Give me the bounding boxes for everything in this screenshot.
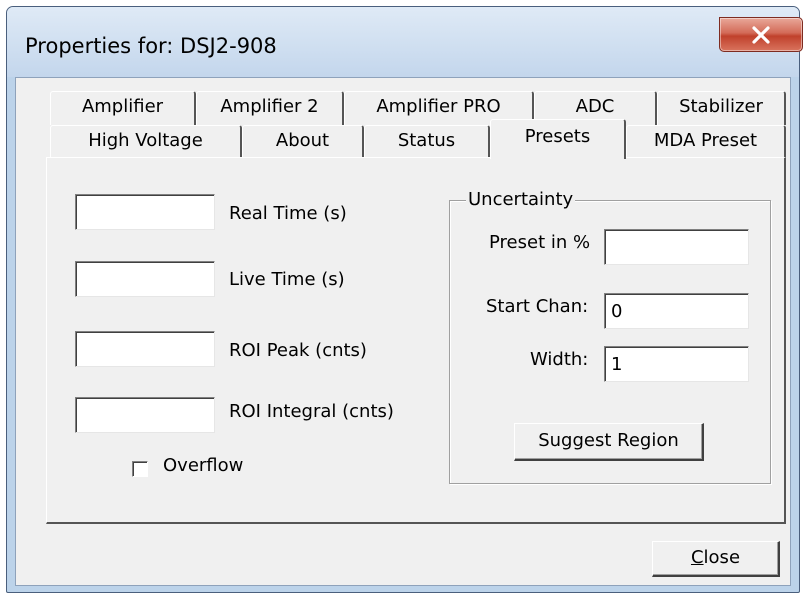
close-mnemonic: C <box>690 547 704 568</box>
roi-peak-label: ROI Peak (cnts) <box>229 340 367 361</box>
overflow-checkbox[interactable] <box>132 461 148 477</box>
start-chan-input[interactable] <box>604 293 749 329</box>
roi-integral-label: ROI Integral (cnts) <box>229 401 394 422</box>
preset-percent-label: Preset in % <box>489 232 591 253</box>
live-time-input[interactable] <box>75 261 215 297</box>
close-button[interactable]: Close <box>652 541 780 577</box>
tab-amplifier[interactable]: Amplifier <box>50 91 196 125</box>
roi-integral-input[interactable] <box>75 397 215 433</box>
dialog-client-area: Amplifier Amplifier 2 Amplifier PRO ADC … <box>15 77 791 586</box>
tab-mda-preset[interactable]: MDA Preset <box>626 125 786 159</box>
tab-amplifier-2[interactable]: Amplifier 2 <box>196 91 344 125</box>
width-input[interactable] <box>604 346 749 382</box>
uncertainty-group: Uncertainty Preset in % Start Chan: Widt… <box>449 189 771 484</box>
real-time-label: Real Time (s) <box>229 203 347 224</box>
close-icon <box>752 26 770 44</box>
window-title: Properties for: DSJ2-908 <box>25 34 277 58</box>
roi-peak-input[interactable] <box>75 331 215 367</box>
tab-presets[interactable]: Presets <box>490 119 626 159</box>
window-close-button[interactable] <box>719 17 803 52</box>
properties-window: Properties for: DSJ2-908 Amplifier Ampli… <box>6 6 803 593</box>
live-time-label: Live Time (s) <box>229 269 345 290</box>
width-label: Width: <box>530 349 589 370</box>
uncertainty-group-title: Uncertainty <box>466 189 576 210</box>
real-time-input[interactable] <box>75 194 215 230</box>
title-bar[interactable]: Properties for: DSJ2-908 <box>7 7 803 77</box>
overflow-label[interactable]: Overflow <box>163 455 243 476</box>
preset-percent-input[interactable] <box>604 229 749 265</box>
start-chan-label: Start Chan: <box>486 296 589 317</box>
tab-high-voltage[interactable]: High Voltage <box>50 125 242 159</box>
tab-about[interactable]: About <box>242 125 364 159</box>
close-label: lose <box>703 547 741 568</box>
presets-tab-page: Real Time (s) Live Time (s) ROI Peak (cn… <box>46 157 786 524</box>
suggest-region-button[interactable]: Suggest Region <box>514 423 704 461</box>
tab-stabilizer[interactable]: Stabilizer <box>657 91 786 125</box>
tab-status[interactable]: Status <box>364 125 490 159</box>
